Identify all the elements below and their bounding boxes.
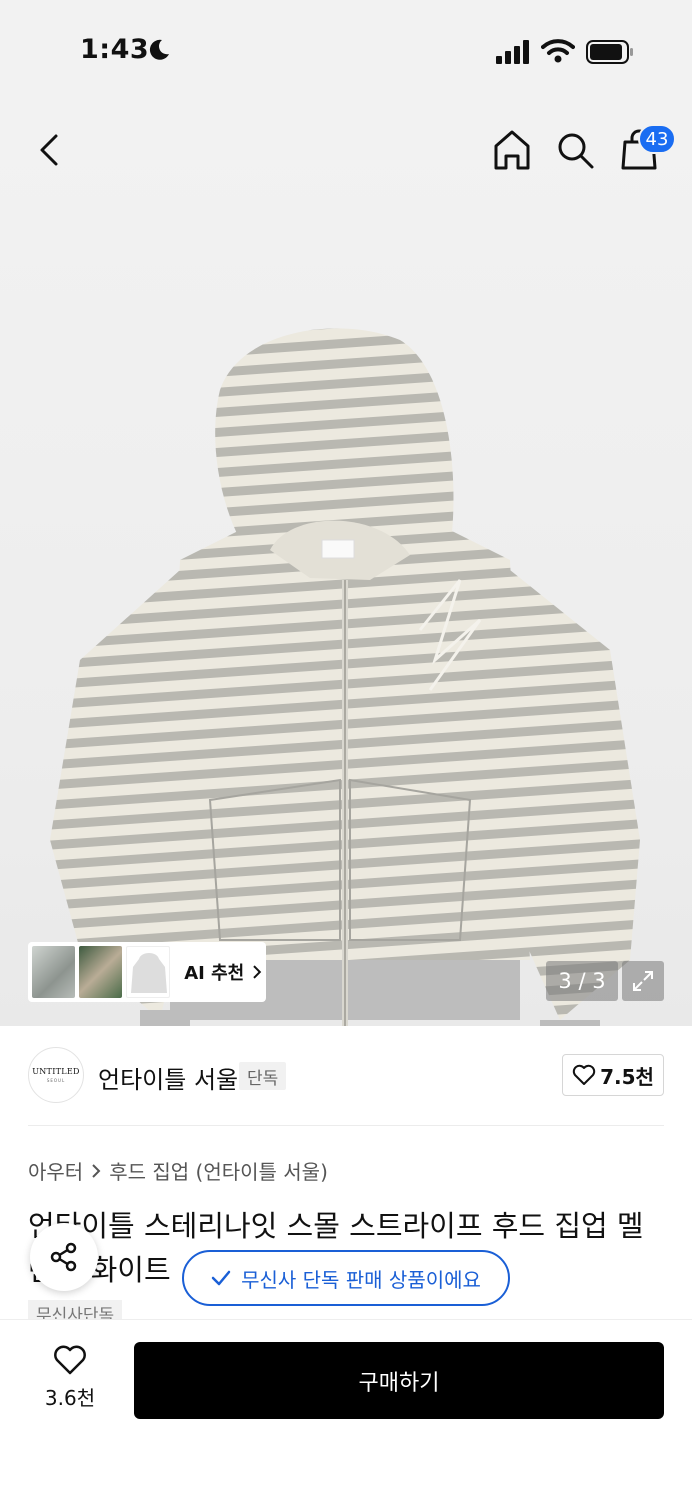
brand-name[interactable]: 언타이틀 서울 xyxy=(98,1060,238,1095)
thumbnail-image[interactable] xyxy=(32,946,76,998)
brand-logo[interactable]: UNTITLED SEOUL xyxy=(28,1047,84,1103)
buy-button[interactable]: 구매하기 xyxy=(134,1342,664,1419)
exclusive-sale-text: 무신사 단독 판매 상품이에요 xyxy=(241,1267,481,1292)
status-bar: 1:43 xyxy=(0,0,692,100)
back-icon[interactable] xyxy=(30,128,70,172)
chevron-right-icon xyxy=(253,965,262,979)
product-like-count: 3.6천 xyxy=(44,1386,96,1410)
product-image-gallery[interactable] xyxy=(0,100,692,1026)
expand-image-button[interactable] xyxy=(622,961,664,1001)
brand-logo-text: UNTITLED xyxy=(32,1067,80,1076)
thumbnail-image[interactable] xyxy=(126,946,171,998)
exclusive-sale-badge: 무신사 단독 판매 상품이에요 xyxy=(182,1250,510,1306)
thumbnail-image[interactable] xyxy=(79,946,123,998)
brand-like-button[interactable]: 7.5천 xyxy=(562,1054,664,1096)
expand-icon xyxy=(633,971,653,991)
breadcrumb-subcategory[interactable]: 후드 집업 (언타이틀 서울) xyxy=(109,1156,328,1185)
battery-icon xyxy=(586,40,633,64)
share-icon xyxy=(50,1242,77,1272)
cart-count-badge: 43 xyxy=(638,124,676,154)
check-icon xyxy=(211,1270,231,1286)
cellular-signal-icon xyxy=(496,40,529,64)
product-like-button[interactable]: 3.6천 xyxy=(36,1344,104,1411)
brand-logo-subtext: SEOUL xyxy=(46,1078,66,1083)
brand-like-count: 7.5천 xyxy=(600,1064,654,1089)
ai-recommend-label: AI 추천 xyxy=(184,963,245,984)
brand-exclusive-tag: 단독 xyxy=(239,1062,287,1090)
heart-icon xyxy=(54,1345,86,1375)
chevron-right-icon xyxy=(92,1163,101,1178)
wifi-icon xyxy=(541,39,575,63)
image-page-indicator: 3 / 3 xyxy=(546,961,618,1001)
status-time: 1:43 xyxy=(80,34,150,65)
breadcrumb-category[interactable]: 아우터 xyxy=(28,1156,83,1185)
breadcrumb: 아우터 후드 집업 (언타이틀 서울) xyxy=(28,1156,328,1185)
divider xyxy=(28,1125,664,1126)
share-button[interactable] xyxy=(30,1223,98,1291)
ai-recommend-strip[interactable]: AI 추천 xyxy=(28,942,266,1002)
search-icon[interactable] xyxy=(553,128,597,172)
moon-icon xyxy=(149,39,169,60)
heart-icon xyxy=(572,1064,596,1085)
home-icon[interactable] xyxy=(490,128,534,172)
product-image xyxy=(50,328,640,1026)
